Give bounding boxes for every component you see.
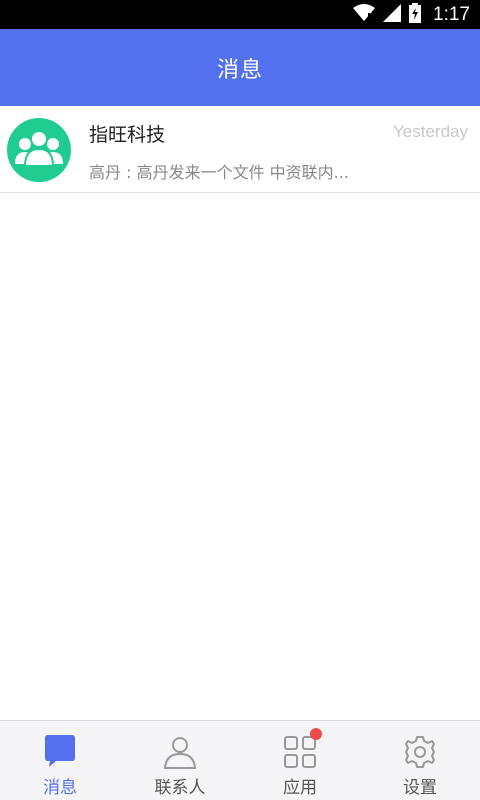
app-bar: 消息 bbox=[0, 29, 480, 106]
notification-badge bbox=[310, 728, 322, 740]
battery-icon bbox=[409, 2, 422, 27]
tab-label: 联系人 bbox=[154, 778, 206, 798]
group-avatar-icon bbox=[7, 118, 71, 182]
person-icon bbox=[162, 734, 198, 770]
apps-grid-icon bbox=[282, 728, 322, 770]
gear-icon bbox=[402, 734, 438, 770]
page-title: 消息 bbox=[216, 57, 263, 83]
wifi-icon bbox=[353, 3, 376, 26]
signal-icon bbox=[383, 3, 402, 26]
status-bar: 1:17 bbox=[0, 0, 480, 29]
tab-contacts[interactable]: 联系人 bbox=[120, 721, 240, 800]
status-icons: 1:17 bbox=[353, 0, 470, 29]
tab-settings[interactable]: 设置 bbox=[360, 721, 480, 800]
tab-label: 应用 bbox=[283, 778, 317, 798]
conversation-item[interactable]: 指旺科技 Yesterday 高丹 : 高丹发来一个文件 中资联内... bbox=[0, 106, 480, 193]
tab-label: 消息 bbox=[43, 778, 77, 798]
status-time: 1:17 bbox=[433, 3, 470, 25]
conversation-name: 指旺科技 bbox=[89, 124, 166, 146]
tab-messages[interactable]: 消息 bbox=[0, 721, 120, 800]
chat-bubble-icon bbox=[42, 734, 78, 770]
tab-apps[interactable]: 应用 bbox=[240, 721, 360, 800]
tab-label: 设置 bbox=[403, 778, 437, 798]
conversation-preview: 高丹 : 高丹发来一个文件 中资联内... bbox=[89, 163, 349, 182]
conversation-time: Yesterday bbox=[393, 122, 468, 141]
bottom-tab-bar: 消息 联系人 应用 设置 bbox=[0, 720, 480, 800]
